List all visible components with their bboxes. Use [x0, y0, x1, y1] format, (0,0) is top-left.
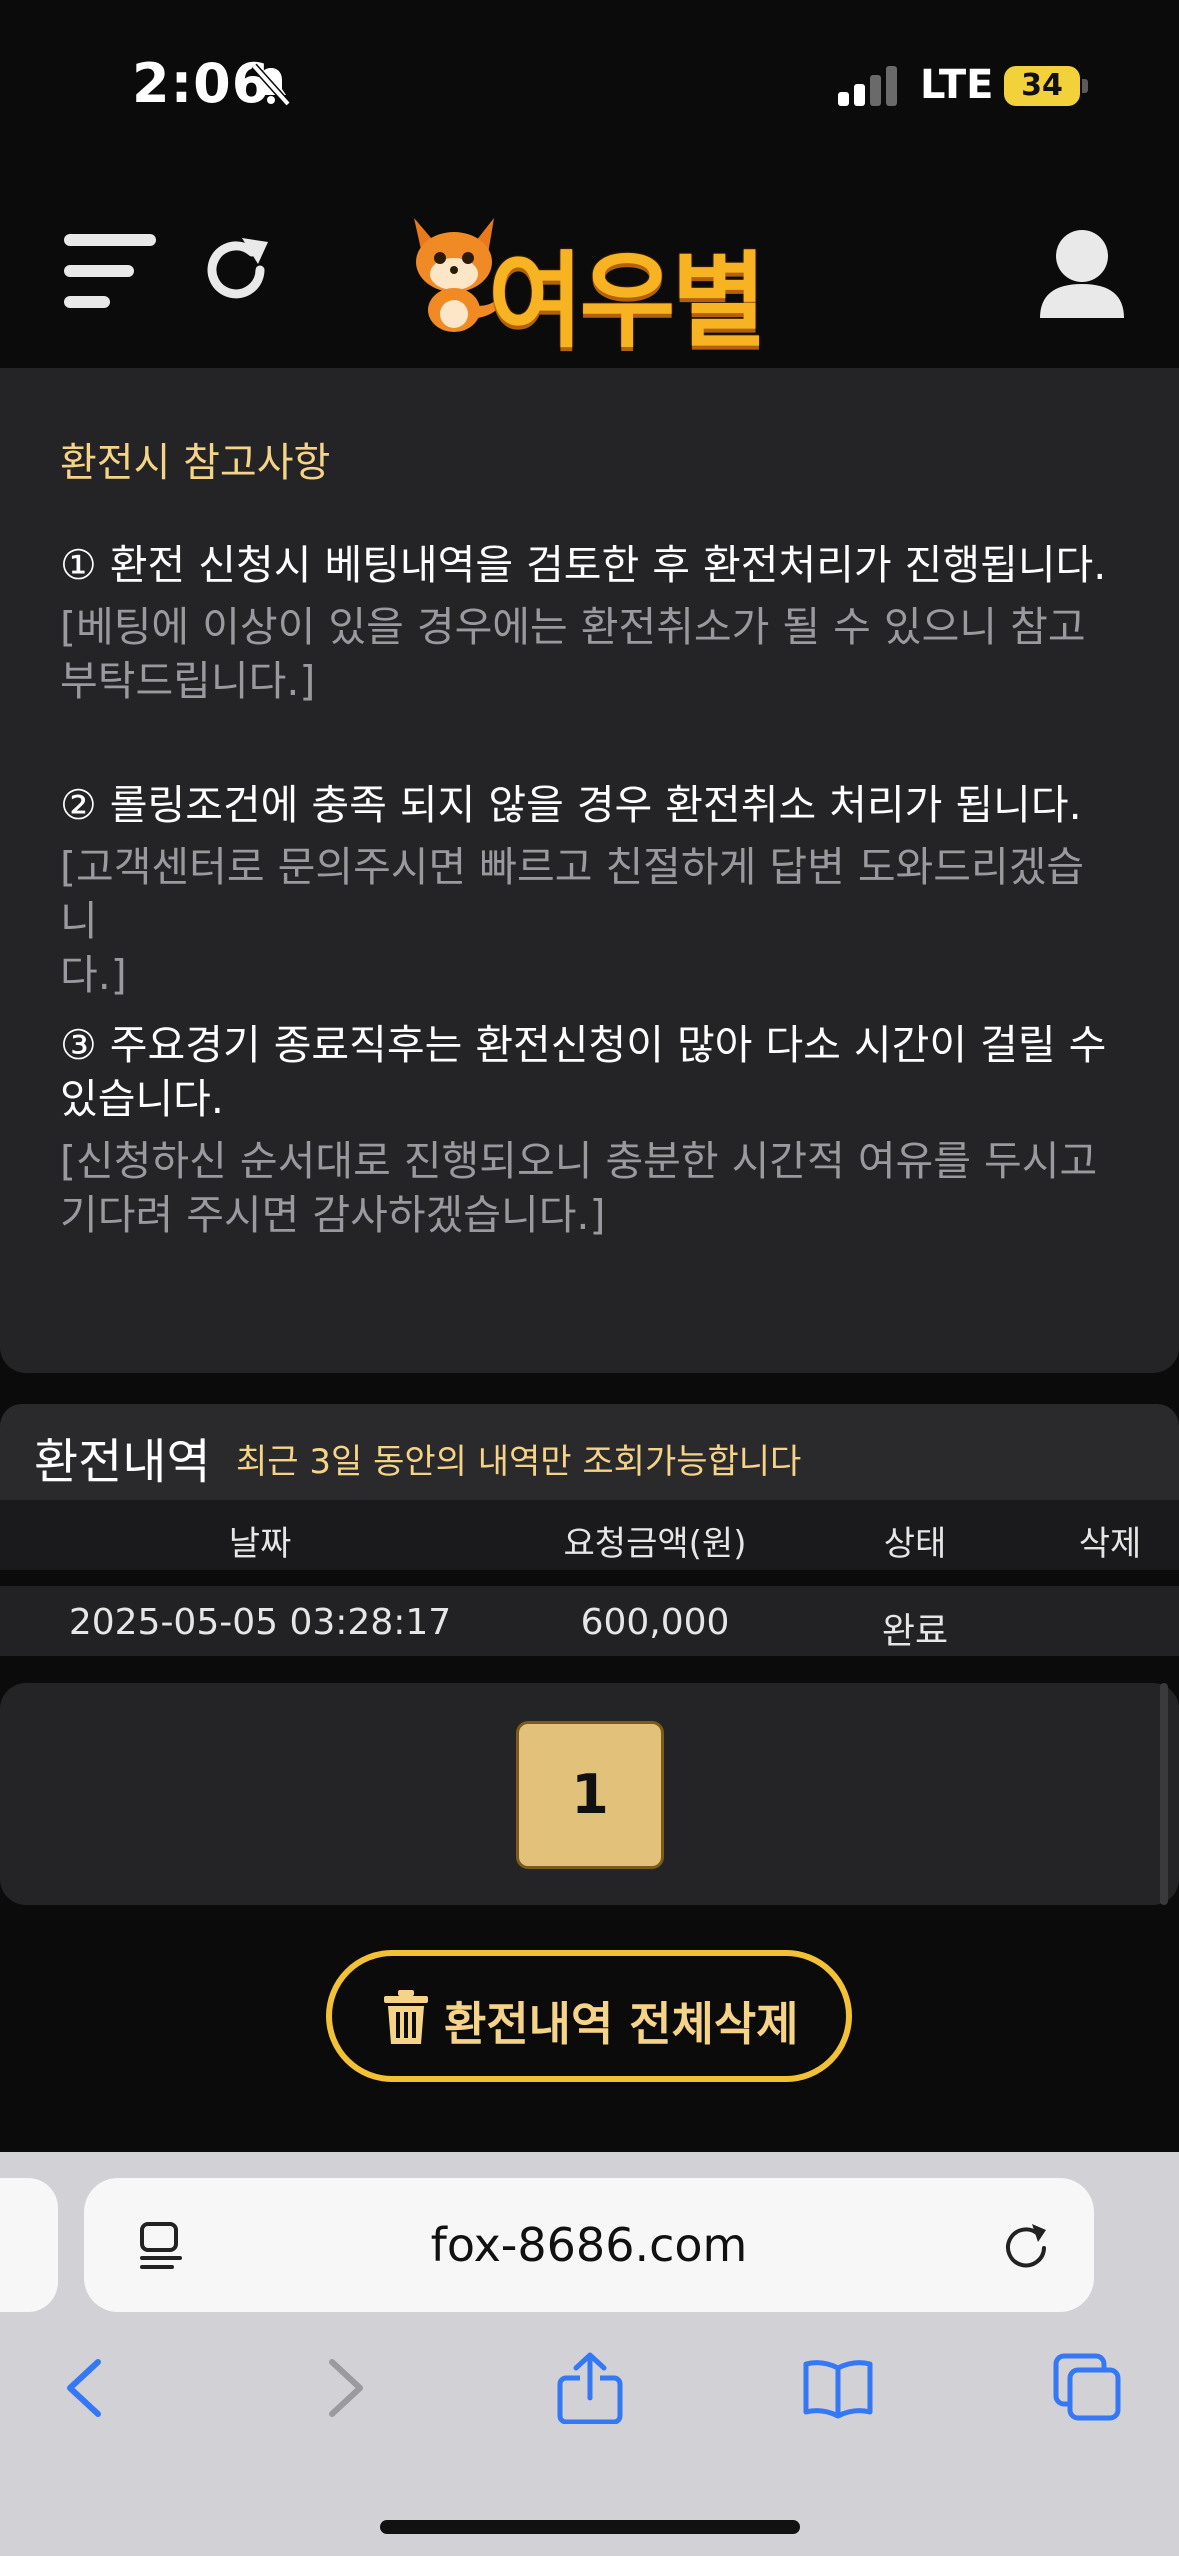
- hamburger-menu-icon[interactable]: [64, 232, 156, 310]
- exchange-history: 환전내역 최근 3일 동안의 내역만 조회가능합니다 날짜 요청금액(원) 상태…: [0, 1404, 1179, 1656]
- column-header-amount: 요청금액(원): [563, 1524, 747, 1564]
- scrollbar[interactable]: [1160, 1683, 1168, 1905]
- history-header: 환전내역 최근 3일 동안의 내역만 조회가능합니다: [0, 1404, 1179, 1500]
- previous-tab-peek[interactable]: [0, 2178, 58, 2312]
- home-indicator: [380, 2520, 800, 2534]
- network-type: LTE: [920, 62, 994, 108]
- notice-item-sub: [고객센터로 문의주시면 빠르고 친절하게 답변 도와드리겠습니 다.]: [60, 840, 1120, 1002]
- delete-all-label: 환전내역 전체삭제: [444, 1997, 799, 2051]
- site-header: 여우별: [0, 170, 1179, 365]
- table-header-row: 날짜 요청금액(원) 상태 삭제: [0, 1500, 1179, 1570]
- forward-arrow-icon[interactable]: [306, 2352, 378, 2424]
- battery-icon: 34: [1004, 66, 1080, 106]
- address-bar[interactable]: fox-8686.com: [84, 2178, 1094, 2312]
- back-arrow-icon[interactable]: [52, 2352, 124, 2424]
- notice-item-sub-line: 기다려 주시면 감사하겠습니다.]: [60, 1191, 606, 1239]
- notice-item-main-line: 있습니다.: [60, 1075, 224, 1123]
- column-header-delete: 삭제: [1078, 1524, 1142, 1564]
- site-logo[interactable]: 여우별: [396, 206, 786, 362]
- exchange-notice-panel: 환전시 참고사항 ① 환전 신청시 베팅내역을 검토한 후 환전처리가 진행됩니…: [0, 368, 1179, 1373]
- notice-item-main-line: ③ 주요경기 종료직후는 환전신청이 많아 다소 시간이 걸릴 수: [60, 1021, 1107, 1069]
- url-text[interactable]: fox-8686.com: [84, 2218, 1094, 2272]
- column-header-date: 날짜: [228, 1524, 292, 1564]
- status-bar: 2:06 LTE 34: [0, 0, 1179, 170]
- reload-icon[interactable]: [1000, 2220, 1052, 2272]
- notice-item-main: ③ 주요경기 종료직후는 환전신청이 많아 다소 시간이 걸릴 수 있습니다.: [60, 1018, 1120, 1126]
- notice-item-sub-line: 다.]: [60, 951, 127, 999]
- page-button-current[interactable]: 1: [516, 1721, 664, 1869]
- delete-all-history-button[interactable]: 환전내역 전체삭제: [326, 1950, 852, 2082]
- notice-item-main: ① 환전 신청시 베팅내역을 검토한 후 환전처리가 진행됩니다.: [60, 541, 1107, 589]
- notice-item-main: ② 롤링조건에 충족 되지 않을 경우 환전취소 처리가 됩니다.: [60, 781, 1082, 829]
- row-date: 2025-05-05 03:28:17: [68, 1602, 452, 1643]
- user-profile-icon[interactable]: [1036, 226, 1128, 322]
- history-note: 최근 3일 동안의 내역만 조회가능합니다: [236, 1442, 802, 1482]
- pagination: 1: [0, 1683, 1179, 1905]
- share-icon[interactable]: [554, 2352, 626, 2424]
- notice-title: 환전시 참고사항: [60, 440, 331, 486]
- row-amount: 600,000: [580, 1602, 730, 1643]
- notice-item: ① 환전 신청시 베팅내역을 검토한 후 환전처리가 진행됩니다. [베팅에 이…: [60, 538, 1120, 708]
- row-status: 완료: [881, 1611, 949, 1652]
- battery-tip: [1082, 79, 1088, 93]
- history-title: 환전내역: [34, 1434, 211, 1490]
- column-header-status: 상태: [883, 1524, 947, 1564]
- notice-item-sub-line: [고객센터로 문의주시면 빠르고 친절하게 답변 도와드리겠습니: [60, 843, 1085, 945]
- trash-icon: [384, 1990, 428, 2044]
- notice-item-sub-line: [베팅에 이상이 있을 경우에는 환전취소가 될 수 있으니 참고: [60, 603, 1086, 651]
- bookmarks-icon[interactable]: [802, 2352, 874, 2424]
- notice-item-sub: [신청하신 순서대로 진행되오니 충분한 시간적 여유를 두시고 기다려 주시면…: [60, 1134, 1120, 1242]
- bell-muted-icon: [251, 63, 291, 107]
- browser-bottom-bar: fox-8686.com: [0, 2152, 1179, 2556]
- notice-item: ② 롤링조건에 충족 되지 않을 경우 환전취소 처리가 됩니다. [고객센터로…: [60, 778, 1120, 1002]
- notice-item-sub-line: [신청하신 순서대로 진행되오니 충분한 시간적 여유를 두시고: [60, 1137, 1098, 1185]
- notice-item-sub: [베팅에 이상이 있을 경우에는 환전취소가 될 수 있으니 참고 부탁드립니다…: [60, 600, 1120, 708]
- refresh-icon[interactable]: [196, 230, 276, 310]
- tabs-icon[interactable]: [1052, 2352, 1124, 2424]
- notice-item-sub-line: 부탁드립니다.]: [60, 657, 316, 705]
- logo-text: 여우별: [488, 240, 767, 362]
- cellular-signal-icon: [838, 66, 900, 106]
- notice-item: ③ 주요경기 종료직후는 환전신청이 많아 다소 시간이 걸릴 수 있습니다. …: [60, 1018, 1120, 1242]
- table-row: 2025-05-05 03:28:17 600,000 완료: [0, 1586, 1179, 1656]
